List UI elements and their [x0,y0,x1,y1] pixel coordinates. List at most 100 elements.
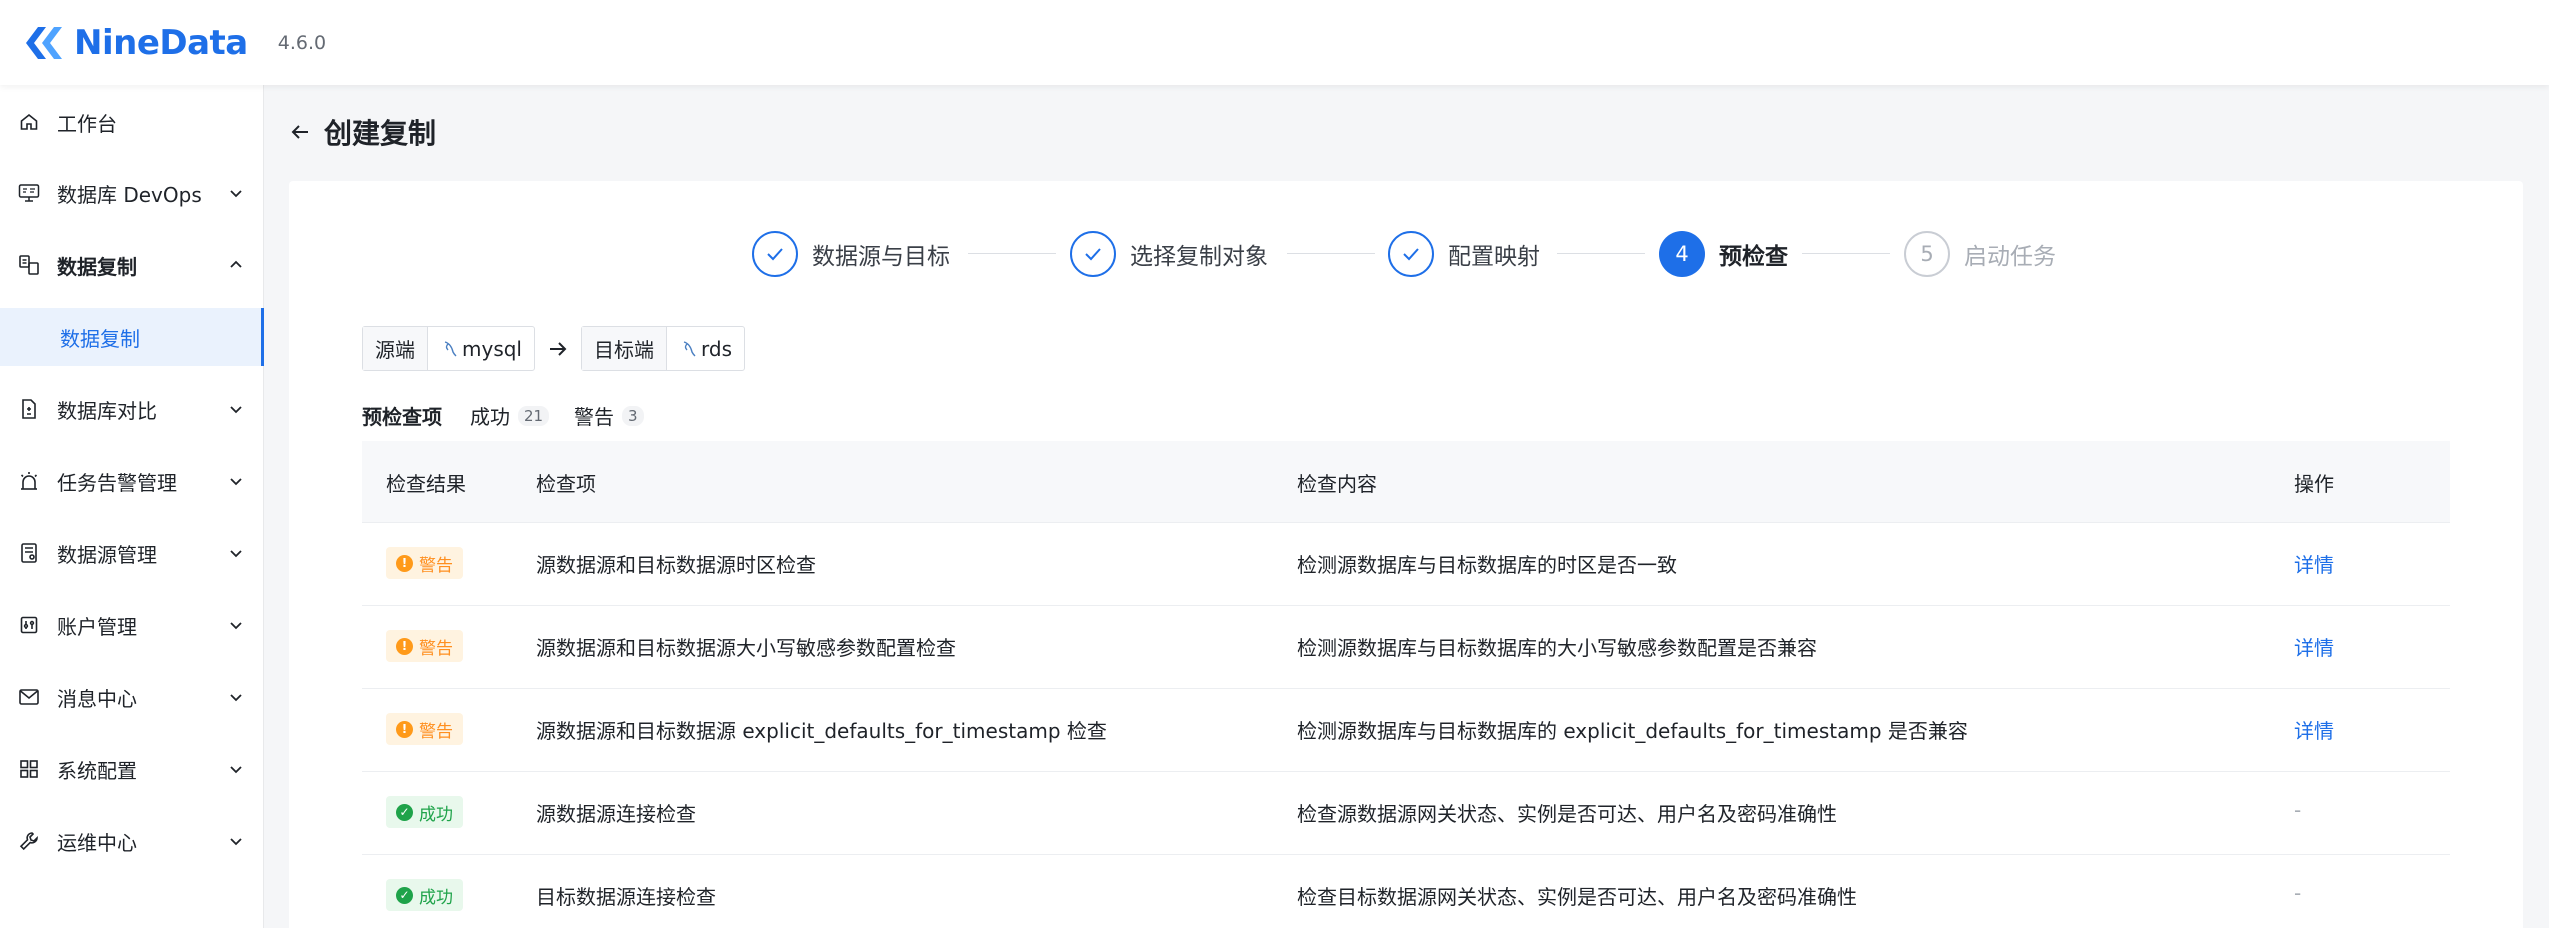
chevron-down-icon [230,478,242,486]
sidebar-subitem-replication[interactable]: 数据复制 [0,308,264,366]
sidebar-item-workbench[interactable]: 工作台 [0,94,264,150]
mysql-icon [683,340,696,356]
mysql-icon [444,340,457,356]
sidebar-item-label: 运维中心 [57,830,137,855]
sidebar-item-label: 任务告警管理 [57,470,177,495]
app-version: 4.6.0 [277,31,327,54]
details-link[interactable]: 详情 [2294,549,2334,578]
check-item: 源数据源连接检查 [536,802,696,826]
sidebar-item-label: 消息中心 [57,686,137,711]
column-header: 检查结果 [386,472,466,496]
step-3: 配置映射 [1388,226,1540,282]
step-number: 4 [1659,231,1705,277]
sidebar-item-label: 数据库 DevOps [57,182,202,207]
brand-logo[interactable]: NineData 4.6.0 [22,23,326,63]
chevron-up-icon [230,260,242,268]
check-item: 源数据源和目标数据源时区检查 [536,553,816,577]
tab-count: 3 [622,405,644,426]
tab-warning[interactable]: 警告 3 [574,401,644,430]
step-label: 配置映射 [1448,244,1540,270]
target-value: rds [667,327,744,370]
success-check-icon: ✓ [396,886,413,904]
tab-label: 警告 [574,405,614,429]
sidebar-item-devops[interactable]: 数据库 DevOps [0,165,264,221]
step-1: 数据源与目标 [752,226,950,282]
sidebar-item-label: 数据库对比 [57,398,157,423]
no-action: - [2294,798,2302,822]
column-header: 操作 [2294,472,2334,496]
step-connector [1802,253,1890,254]
datasource-icon [18,542,40,564]
table-header: 检查结果 检查项 检查内容 操作 [362,441,2450,523]
page-heading: 创建复制 [288,112,436,152]
tab-success[interactable]: 成功 21 [470,401,550,430]
chevron-down-icon [230,550,242,558]
tab-label: 成功 [470,405,510,429]
column-header: 检查项 [536,472,596,496]
chevron-down-icon [230,838,242,846]
step-connector [968,253,1056,254]
chevron-down-icon [230,622,242,630]
step-4: 4 预检查 [1659,226,1788,282]
chevron-down-icon [230,766,242,774]
details-link[interactable]: 详情 [2294,632,2334,661]
status-badge: ! 警告 [386,713,463,745]
sidebar-item-ops[interactable]: 运维中心 [0,813,264,869]
compare-icon [18,398,40,420]
step-label: 数据源与目标 [812,244,950,270]
sidebar-item-replication[interactable]: 数据复制 [0,237,264,293]
source-value: mysql [428,327,534,370]
step-2: 选择复制对象 [1070,226,1268,282]
sidebar-item-alarm[interactable]: 任务告警管理 [0,453,264,509]
table-row: ✓ 成功 源数据源连接检查 检查源数据源网关状态、实例是否可达、用户名及密码准确… [362,772,2450,855]
check-item: 目标数据源连接检查 [536,885,716,909]
sidebar-item-label: 数据源管理 [57,542,157,567]
check-content: 检查源数据源网关状态、实例是否可达、用户名及密码准确性 [1297,802,1837,826]
replicate-icon [18,254,40,276]
sidebar-item-system[interactable]: 系统配置 [0,741,264,797]
sidebar-item-label: 数据复制 [57,254,137,279]
source-db-name: mysql [462,336,522,361]
ninedata-logo-icon [26,26,62,59]
sidebar-item-datasource[interactable]: 数据源管理 [0,525,264,581]
sidebar-item-account[interactable]: 账户管理 [0,597,264,653]
mail-icon [18,686,40,708]
check-content: 检测源数据库与目标数据库的 explicit_defaults_for_time… [1297,719,1968,743]
chevron-down-icon [230,406,242,414]
table-row: ! 警告 源数据源和目标数据源大小写敏感参数配置检查 检测源数据库与目标数据库的… [362,606,2450,689]
table-row: ! 警告 源数据源和目标数据源 explicit_defaults_for_ti… [362,689,2450,772]
tab-all-checks[interactable]: 预检查项 [362,401,442,430]
sidebar-item-label: 工作台 [57,111,117,136]
success-check-icon: ✓ [396,803,413,821]
arrow-right-icon [550,342,567,356]
column-header: 检查内容 [1297,472,1377,496]
step-label: 启动任务 [1964,244,2056,270]
status-badge: ✓ 成功 [386,796,463,828]
table-row: ✓ 成功 目标数据源连接检查 检查目标数据源网关状态、实例是否可达、用户名及密码… [362,855,2450,928]
tab-label: 预检查项 [362,405,442,429]
sidebar-item-messages[interactable]: 消息中心 [0,669,264,725]
check-item: 源数据源和目标数据源大小写敏感参数配置检查 [536,636,956,660]
step-check-icon [1388,231,1434,277]
target-label: 目标端 [582,327,667,370]
step-5: 5 启动任务 [1904,226,2056,282]
warning-icon: ! [396,554,413,572]
status-badge: ✓ 成功 [386,879,463,911]
warning-icon: ! [396,720,413,738]
check-item: 源数据源和目标数据源 explicit_defaults_for_timesta… [536,719,1107,743]
step-label: 预检查 [1719,244,1788,270]
top-header: NineData 4.6.0 [0,0,2549,85]
check-content: 检查目标数据源网关状态、实例是否可达、用户名及密码准确性 [1297,885,1857,909]
back-arrow-icon[interactable] [288,120,312,144]
sidebar-item-label: 账户管理 [57,614,137,639]
chevron-down-icon [230,190,242,198]
page-title: 创建复制 [324,117,437,150]
sidebar-item-db-compare[interactable]: 数据库对比 [0,381,264,437]
step-label: 选择复制对象 [1130,244,1268,270]
status-badge: ! 警告 [386,547,463,579]
source-endpoint: 源端 mysql [362,326,535,371]
check-content: 检测源数据库与目标数据库的时区是否一致 [1297,553,1677,577]
check-content: 检测源数据库与目标数据库的大小写敏感参数配置是否兼容 [1297,636,1817,660]
table-row: ! 警告 源数据源和目标数据源时区检查 检测源数据库与目标数据库的时区是否一致 … [362,523,2450,606]
details-link[interactable]: 详情 [2294,715,2334,744]
